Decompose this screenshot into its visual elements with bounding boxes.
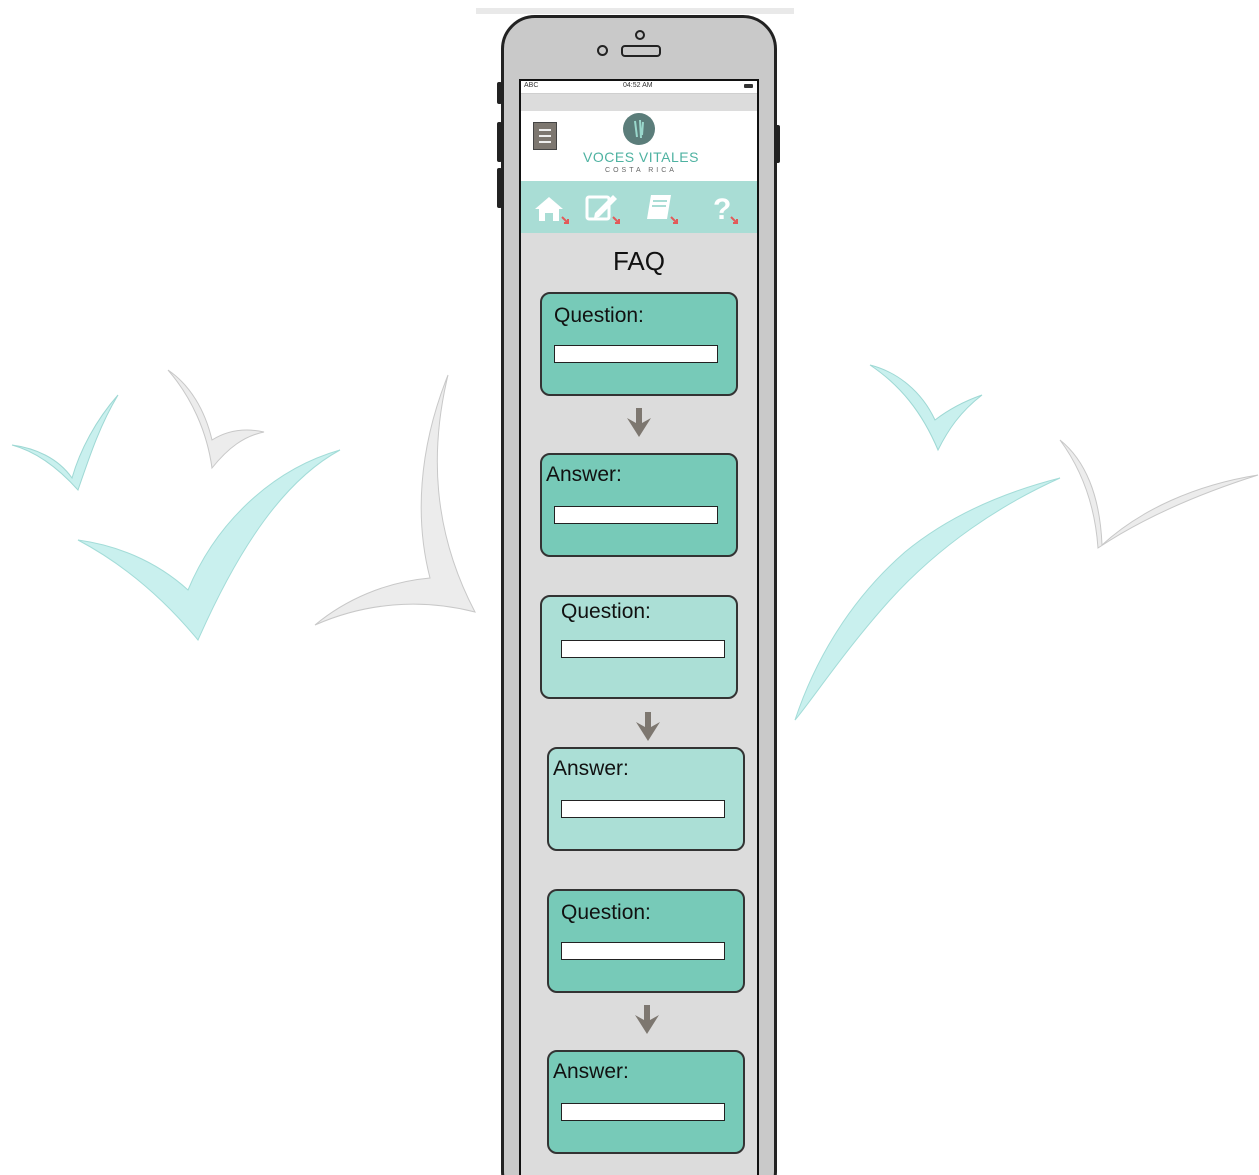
question-label: Question: — [561, 901, 651, 924]
mockup-canvas: ABC 04:52 AM VOCES VITALES COSTA RICA ? … — [0, 0, 1259, 1175]
question-label: Question: — [554, 304, 644, 327]
svg-text:?: ? — [713, 193, 731, 226]
home-icon[interactable] — [531, 189, 571, 227]
app-header: VOCES VITALES COSTA RICA — [521, 111, 757, 181]
page-title: FAQ — [612, 246, 665, 276]
answer-label: Answer: — [553, 757, 629, 780]
nav-icon-bar: ? — [521, 181, 757, 233]
question-card: Question: — [540, 292, 738, 396]
question-card: Question: — [547, 889, 745, 993]
logo-icon — [623, 113, 655, 145]
clock-label: 04:52 AM — [623, 82, 653, 89]
answer-card: Answer: — [547, 747, 745, 851]
question-input[interactable] — [561, 640, 725, 658]
canvas-top-strip — [476, 8, 794, 14]
phone-mute-switch — [497, 82, 502, 104]
help-icon[interactable]: ? — [707, 189, 747, 227]
phone-power-button — [775, 125, 780, 163]
logo-title: VOCES VITALES — [583, 149, 699, 165]
arrow-down-icon — [622, 406, 656, 440]
status-bar: ABC 04:52 AM — [521, 81, 757, 94]
phone-volume-up — [497, 122, 502, 162]
menu-line-icon — [539, 141, 551, 143]
book-icon[interactable] — [641, 189, 681, 227]
phone-speaker — [621, 45, 661, 57]
phone-front-camera — [635, 30, 645, 40]
answer-label: Answer: — [553, 1060, 629, 1083]
answer-input[interactable] — [561, 1103, 725, 1121]
question-input[interactable] — [561, 942, 725, 960]
battery-icon — [744, 84, 753, 88]
edit-icon[interactable] — [583, 189, 623, 227]
menu-line-icon — [539, 129, 551, 131]
menu-line-icon — [539, 135, 551, 137]
carrier-label: ABC — [524, 82, 539, 89]
phone-screen: ABC 04:52 AM VOCES VITALES COSTA RICA ? … — [519, 79, 759, 1175]
arrow-down-icon — [631, 710, 665, 744]
phone-volume-down — [497, 168, 502, 208]
question-card: Question: — [540, 595, 738, 699]
answer-input[interactable] — [561, 800, 725, 818]
hamburger-menu-button[interactable] — [533, 122, 557, 150]
question-label: Question: — [561, 600, 651, 623]
logo-subtitle: COSTA RICA — [605, 167, 677, 174]
answer-card: Answer: — [547, 1050, 745, 1154]
answer-card: Answer: — [540, 453, 738, 557]
arrow-down-icon — [630, 1003, 664, 1037]
phone-sensor — [597, 45, 608, 56]
question-input[interactable] — [554, 345, 718, 363]
answer-input[interactable] — [554, 506, 718, 524]
answer-label: Answer: — [546, 463, 622, 486]
